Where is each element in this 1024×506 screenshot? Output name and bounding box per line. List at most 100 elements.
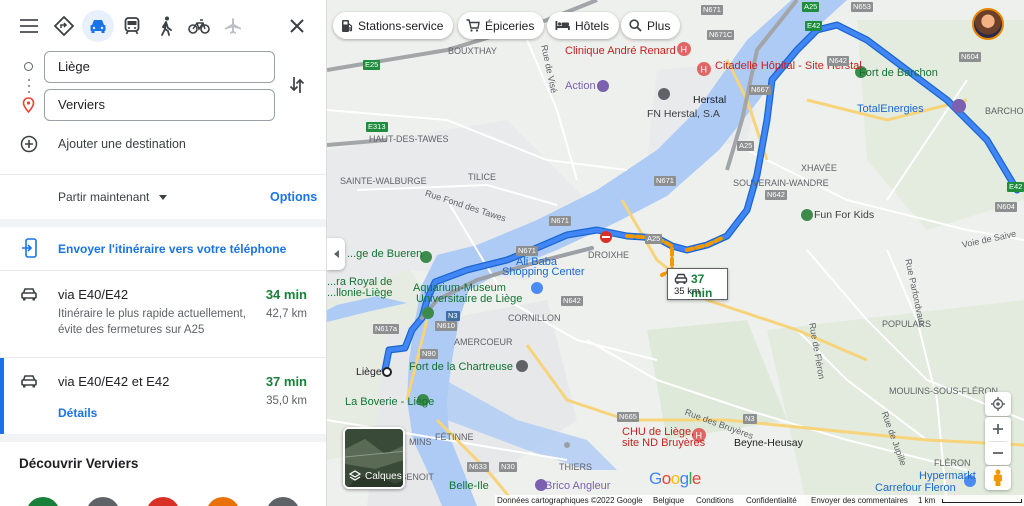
route-time-bubble[interactable]: 37 min 35 km [667, 268, 728, 300]
privacy-link[interactable]: Confidentialité [746, 496, 797, 505]
walk-icon[interactable] [150, 10, 182, 42]
separator-dot [28, 79, 30, 81]
route-via: via E40/E42 et E42 [58, 374, 170, 389]
zoom-in-button[interactable] [992, 418, 1004, 441]
poi-label[interactable]: Carrefour Fleron [875, 482, 956, 494]
chip-hotels[interactable]: Hôtels [547, 12, 620, 39]
road-shield: E42 [805, 21, 823, 31]
best-route-icon[interactable] [48, 10, 80, 42]
chip-more[interactable]: Plus [621, 12, 681, 39]
zoom-out-button[interactable] [992, 442, 1004, 465]
road-shield: N671 [701, 5, 723, 15]
route-duration: 34 min [265, 287, 307, 302]
menu-icon[interactable] [13, 10, 45, 42]
options-button[interactable]: Options [270, 190, 317, 204]
route-description: Itinéraire le plus rapide actuellement, … [58, 308, 246, 336]
poi-label[interactable]: site ND Bruyères [622, 437, 705, 449]
road-shield: A25 [737, 141, 755, 151]
map-canvas[interactable]: H H H Herstal Liège Beyne-Heusay FLÉRON … [327, 0, 1024, 506]
origin-input[interactable]: Liège [44, 51, 275, 83]
street-view-pegman[interactable] [985, 466, 1011, 490]
category-chip[interactable] [86, 497, 120, 506]
poi-label[interactable]: ...ge de Bueren [347, 248, 422, 260]
route-option-1[interactable]: via E40/E42 34 min Itinéraire le plus ra… [0, 271, 326, 357]
poi-label[interactable]: TotalEnergies [857, 103, 924, 115]
destination-input[interactable]: Verviers [44, 89, 275, 121]
zoom-controls [985, 417, 1011, 465]
selected-route-indicator [0, 358, 4, 434]
depart-label: Partir maintenant [58, 190, 150, 204]
poi-label[interactable]: La Boverie - Liège [345, 396, 434, 408]
separator-dot [28, 85, 30, 87]
category-chip[interactable] [206, 497, 240, 506]
chevron-down-icon [159, 195, 168, 201]
poi-label[interactable]: Clinique André Renard [565, 45, 676, 57]
road-shield: N665 [617, 412, 639, 422]
depart-dropdown[interactable]: Partir maintenant [58, 190, 168, 204]
poi-label[interactable]: Shopping Center [502, 266, 585, 278]
place-label: THIERS [559, 462, 593, 472]
layers-label: Calques [365, 471, 402, 482]
collapse-panel-button[interactable] [327, 238, 345, 270]
route-option-2[interactable]: via E40/E42 et E42 37 min 35,0 km Détail… [0, 358, 326, 434]
poi-label[interactable]: Action [565, 80, 596, 92]
road-shield: N30 [499, 462, 517, 472]
attribution: Données cartographiques ©2022 Google [497, 496, 643, 505]
add-destination-link[interactable]: Ajouter une destination [58, 137, 186, 151]
road-shield: N671C [707, 30, 735, 40]
transit-icon[interactable] [116, 10, 148, 42]
my-location-icon [991, 397, 1005, 411]
feedback-link[interactable]: Envoyer des commentaires [811, 496, 908, 505]
poi-label[interactable]: Fort de Barchon [859, 67, 938, 79]
place-label: FÉTINNE [435, 432, 474, 442]
add-destination-icon[interactable] [20, 135, 38, 153]
route-distance: 42,7 km [266, 308, 307, 320]
road-shield: N671 [654, 176, 676, 186]
route-distance: 35,0 km [266, 395, 307, 407]
place-label: FLÉRON [934, 458, 971, 468]
bed-icon [555, 21, 570, 30]
poi-label[interactable]: FN Herstal, S.A [647, 108, 720, 120]
poi-label[interactable]: Hypermarkt [919, 470, 976, 482]
place-label: BARCHON [985, 106, 1024, 116]
category-chip[interactable] [266, 497, 300, 506]
flight-icon[interactable] [217, 10, 249, 42]
poi-label[interactable]: Universitaire de Liège [416, 293, 522, 305]
place-label: Liège [356, 366, 382, 378]
account-avatar[interactable] [972, 8, 1004, 40]
pegman-icon [994, 469, 1002, 486]
bike-icon[interactable] [183, 10, 215, 42]
close-icon[interactable] [281, 10, 313, 42]
road-shield: N642 [827, 56, 849, 66]
category-chip[interactable] [146, 497, 180, 506]
category-chip[interactable] [26, 497, 60, 506]
poi-label[interactable]: Fort de la Chartreuse [409, 361, 513, 373]
terms-link[interactable]: Conditions [696, 496, 734, 505]
place-label: AMERCOEUR [454, 337, 513, 347]
chip-groceries[interactable]: Épiceries [458, 12, 545, 39]
bubble-distance: 35 km [674, 286, 700, 297]
road-shield: N90 [420, 349, 438, 359]
chip-label: Hôtels [575, 18, 610, 33]
route-details-link[interactable]: Détails [58, 406, 97, 420]
separator-dot [28, 91, 30, 93]
send-to-phone-link[interactable]: Envoyer l'itinéraire vers votre téléphon… [58, 242, 286, 256]
road-shield: E25 [363, 60, 381, 70]
road-shield: N653 [851, 2, 873, 12]
road-shield: N3 [743, 414, 757, 424]
poi-label[interactable]: Brico Angleur [545, 480, 610, 492]
chip-gas-stations[interactable]: Stations-service [333, 12, 454, 39]
poi-label[interactable]: Belle-Ile [449, 480, 489, 492]
place-label: HAUT-DES-TAWES [369, 134, 449, 144]
country-link[interactable]: Belgique [653, 496, 684, 505]
car-icon[interactable] [82, 10, 114, 42]
road-shield: N671 [516, 246, 538, 256]
place-label: XHAVÉE [801, 163, 837, 173]
plus-icon [993, 424, 1003, 434]
my-location-button[interactable] [985, 392, 1011, 416]
svg-text:H: H [681, 45, 688, 55]
car-icon [674, 273, 688, 284]
poi-label[interactable]: ...llonie-Liège [327, 287, 392, 299]
swap-icon[interactable] [289, 75, 305, 95]
poi-label[interactable]: Fun For Kids [814, 209, 874, 221]
